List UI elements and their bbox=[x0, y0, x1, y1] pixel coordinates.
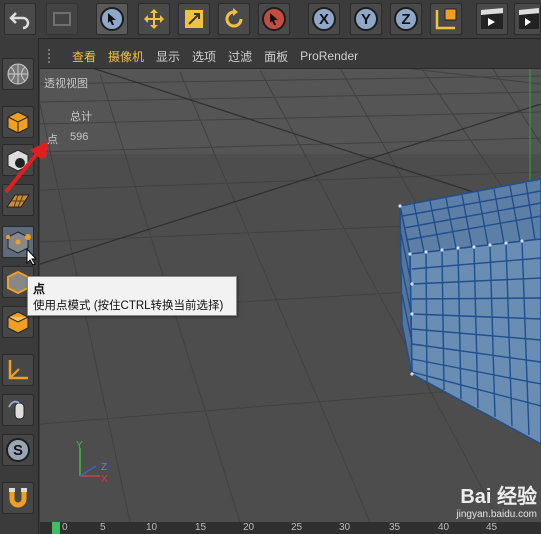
menu-view[interactable]: 查看 bbox=[72, 48, 96, 65]
clapper-icon bbox=[481, 8, 503, 29]
tweak-mode-button[interactable] bbox=[2, 394, 34, 426]
timeline-tick: 35 bbox=[389, 522, 401, 533]
tooltip: 点 使用点模式 (按住CTRL转换当前选择) bbox=[27, 276, 237, 316]
stats-header: 总计 bbox=[70, 111, 92, 123]
viewport-menu-bar: 查看 摄像机 显示 选项 过滤 面板 ProRender bbox=[40, 44, 541, 69]
timeline-tick: 45 bbox=[486, 522, 498, 533]
render-settings-button[interactable] bbox=[514, 3, 541, 35]
stats-point-count: 596 bbox=[70, 131, 89, 143]
rotate-tool-button[interactable] bbox=[218, 3, 250, 35]
last-tool-button[interactable] bbox=[258, 3, 290, 35]
snap-button[interactable]: S bbox=[2, 434, 34, 466]
magnet-snap-button[interactable] bbox=[2, 482, 34, 514]
menu-display[interactable]: 显示 bbox=[156, 48, 180, 65]
timeline-ruler[interactable]: 0 5 10 15 20 25 30 35 40 45 bbox=[40, 522, 541, 534]
scale-tool-button[interactable] bbox=[178, 3, 210, 35]
z-axis-icon: Z bbox=[394, 7, 418, 31]
menu-prorender[interactable]: ProRender bbox=[300, 49, 358, 63]
y-axis-icon: Y bbox=[354, 7, 378, 31]
magnet-icon bbox=[9, 488, 27, 508]
timeline-tick: 40 bbox=[438, 522, 450, 533]
menu-filter[interactable]: 过滤 bbox=[228, 48, 252, 65]
selection-arrow-icon bbox=[100, 7, 124, 31]
menu-camera[interactable]: 摄像机 bbox=[108, 48, 144, 65]
tooltip-description: 使用点模式 (按住CTRL转换当前选择) bbox=[33, 300, 224, 312]
snap-s-icon: S bbox=[6, 438, 30, 462]
baidu-watermark: Bai 经验 jingyan.baidu.com bbox=[456, 480, 537, 520]
redo-icon bbox=[53, 12, 71, 26]
world-coordinates-icon bbox=[435, 8, 457, 30]
mouse-icon bbox=[8, 400, 25, 420]
timeline-tick: 15 bbox=[195, 522, 207, 533]
menu-panel[interactable]: 面板 bbox=[264, 48, 288, 65]
timeline-tick: 30 bbox=[339, 522, 351, 533]
live-selection-button[interactable] bbox=[96, 3, 128, 35]
redo-button[interactable] bbox=[46, 3, 78, 35]
axis-icon bbox=[8, 360, 28, 380]
menu-options[interactable]: 选项 bbox=[192, 48, 216, 65]
view-name-label: 透视视图 bbox=[44, 78, 88, 90]
move-tool-button[interactable] bbox=[138, 3, 170, 35]
mouse-cursor-icon bbox=[26, 248, 38, 266]
timeline-tick: 0 bbox=[62, 522, 68, 533]
undo-button[interactable] bbox=[4, 3, 36, 35]
playhead[interactable] bbox=[52, 522, 60, 534]
watermark-url: jingyan.baidu.com bbox=[456, 509, 537, 520]
undo-icon bbox=[9, 12, 30, 30]
y-axis-lock-button[interactable]: Y bbox=[350, 3, 382, 35]
clapper-icon bbox=[518, 8, 539, 29]
coordinate-system-button[interactable] bbox=[430, 3, 462, 35]
axis-z-label: Z bbox=[101, 462, 108, 473]
render-view-button[interactable] bbox=[476, 3, 508, 35]
cursor-icon bbox=[262, 7, 286, 31]
timeline-tick: 10 bbox=[146, 522, 158, 533]
x-axis-icon: X bbox=[312, 7, 336, 31]
axis-x-label: X bbox=[101, 474, 108, 485]
timeline-tick: 5 bbox=[100, 522, 106, 533]
annotation-arrow-tail bbox=[4, 142, 46, 194]
make-editable-button[interactable] bbox=[2, 58, 34, 90]
move-icon bbox=[144, 9, 164, 29]
grip-handle[interactable] bbox=[48, 49, 60, 63]
cube-icon bbox=[7, 111, 29, 134]
model-mode-button[interactable] bbox=[2, 106, 34, 138]
watermark-logo-text: Bai 经验 bbox=[460, 486, 537, 508]
main-toolbar: X Y Z bbox=[0, 0, 541, 39]
x-axis-lock-button[interactable]: X bbox=[308, 3, 340, 35]
rotate-icon bbox=[225, 8, 243, 28]
timeline-tick: 25 bbox=[291, 522, 303, 533]
axis-mode-button[interactable] bbox=[2, 354, 34, 386]
axis-y-label: Y bbox=[76, 440, 83, 451]
sphere-grid-icon bbox=[7, 63, 29, 85]
scale-icon bbox=[185, 10, 203, 28]
tooltip-title: 点 bbox=[33, 282, 46, 296]
z-axis-lock-button[interactable]: Z bbox=[390, 3, 422, 35]
timeline-tick: 20 bbox=[243, 522, 255, 533]
